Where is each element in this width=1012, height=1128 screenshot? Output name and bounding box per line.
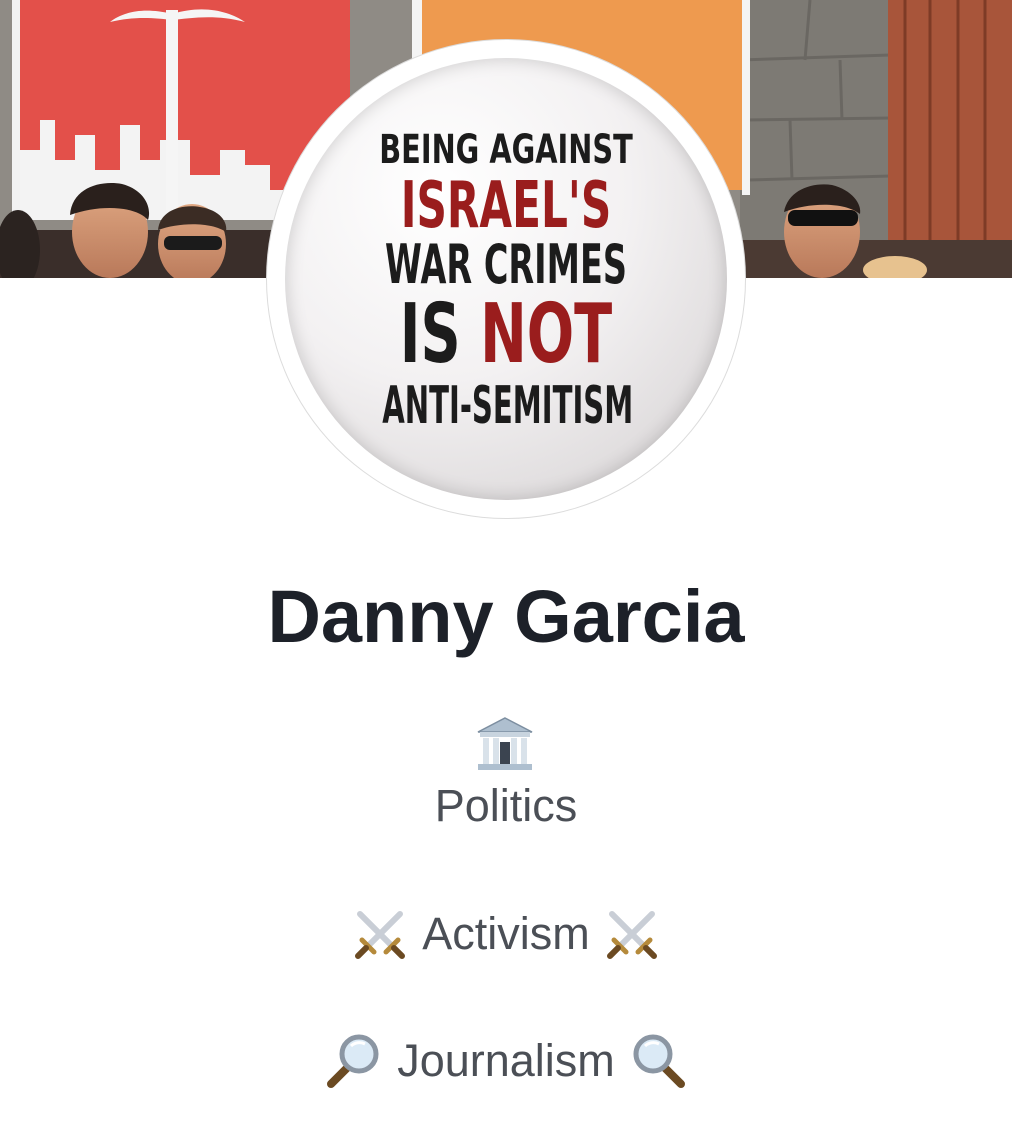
profile-name[interactable]: Danny Garcia bbox=[0, 572, 1012, 662]
crossed-swords-icon bbox=[606, 911, 657, 959]
badge-line-3: WAR CRIMES bbox=[385, 233, 627, 296]
bio-activism-row: Activism bbox=[0, 904, 1012, 964]
badge-line-4-not: NOT bbox=[480, 287, 613, 382]
badge-line-4-is: IS bbox=[399, 287, 461, 382]
bio-journalism-row: Journalism bbox=[0, 1030, 1012, 1092]
classical-building-icon bbox=[477, 717, 533, 770]
badge-line-2: ISRAEL'S bbox=[400, 169, 612, 243]
badge-line-4: IS NOT bbox=[356, 294, 657, 376]
profile-picture[interactable]: BEING AGAINST ISRAEL'S WAR CRIMES IS NOT… bbox=[285, 58, 727, 500]
magnifying-glass-left-icon bbox=[327, 1034, 379, 1088]
bio-journalism: Journalism bbox=[397, 1035, 615, 1086]
badge-line-1: BEING AGAINST bbox=[379, 127, 633, 173]
crossed-swords-icon bbox=[355, 911, 406, 959]
badge-line-5: ANTI-SEMITISM bbox=[382, 376, 634, 436]
bio-category: Politics bbox=[434, 780, 578, 831]
magnifying-glass-right-icon bbox=[633, 1034, 685, 1088]
bio-activism: Activism bbox=[422, 908, 590, 959]
